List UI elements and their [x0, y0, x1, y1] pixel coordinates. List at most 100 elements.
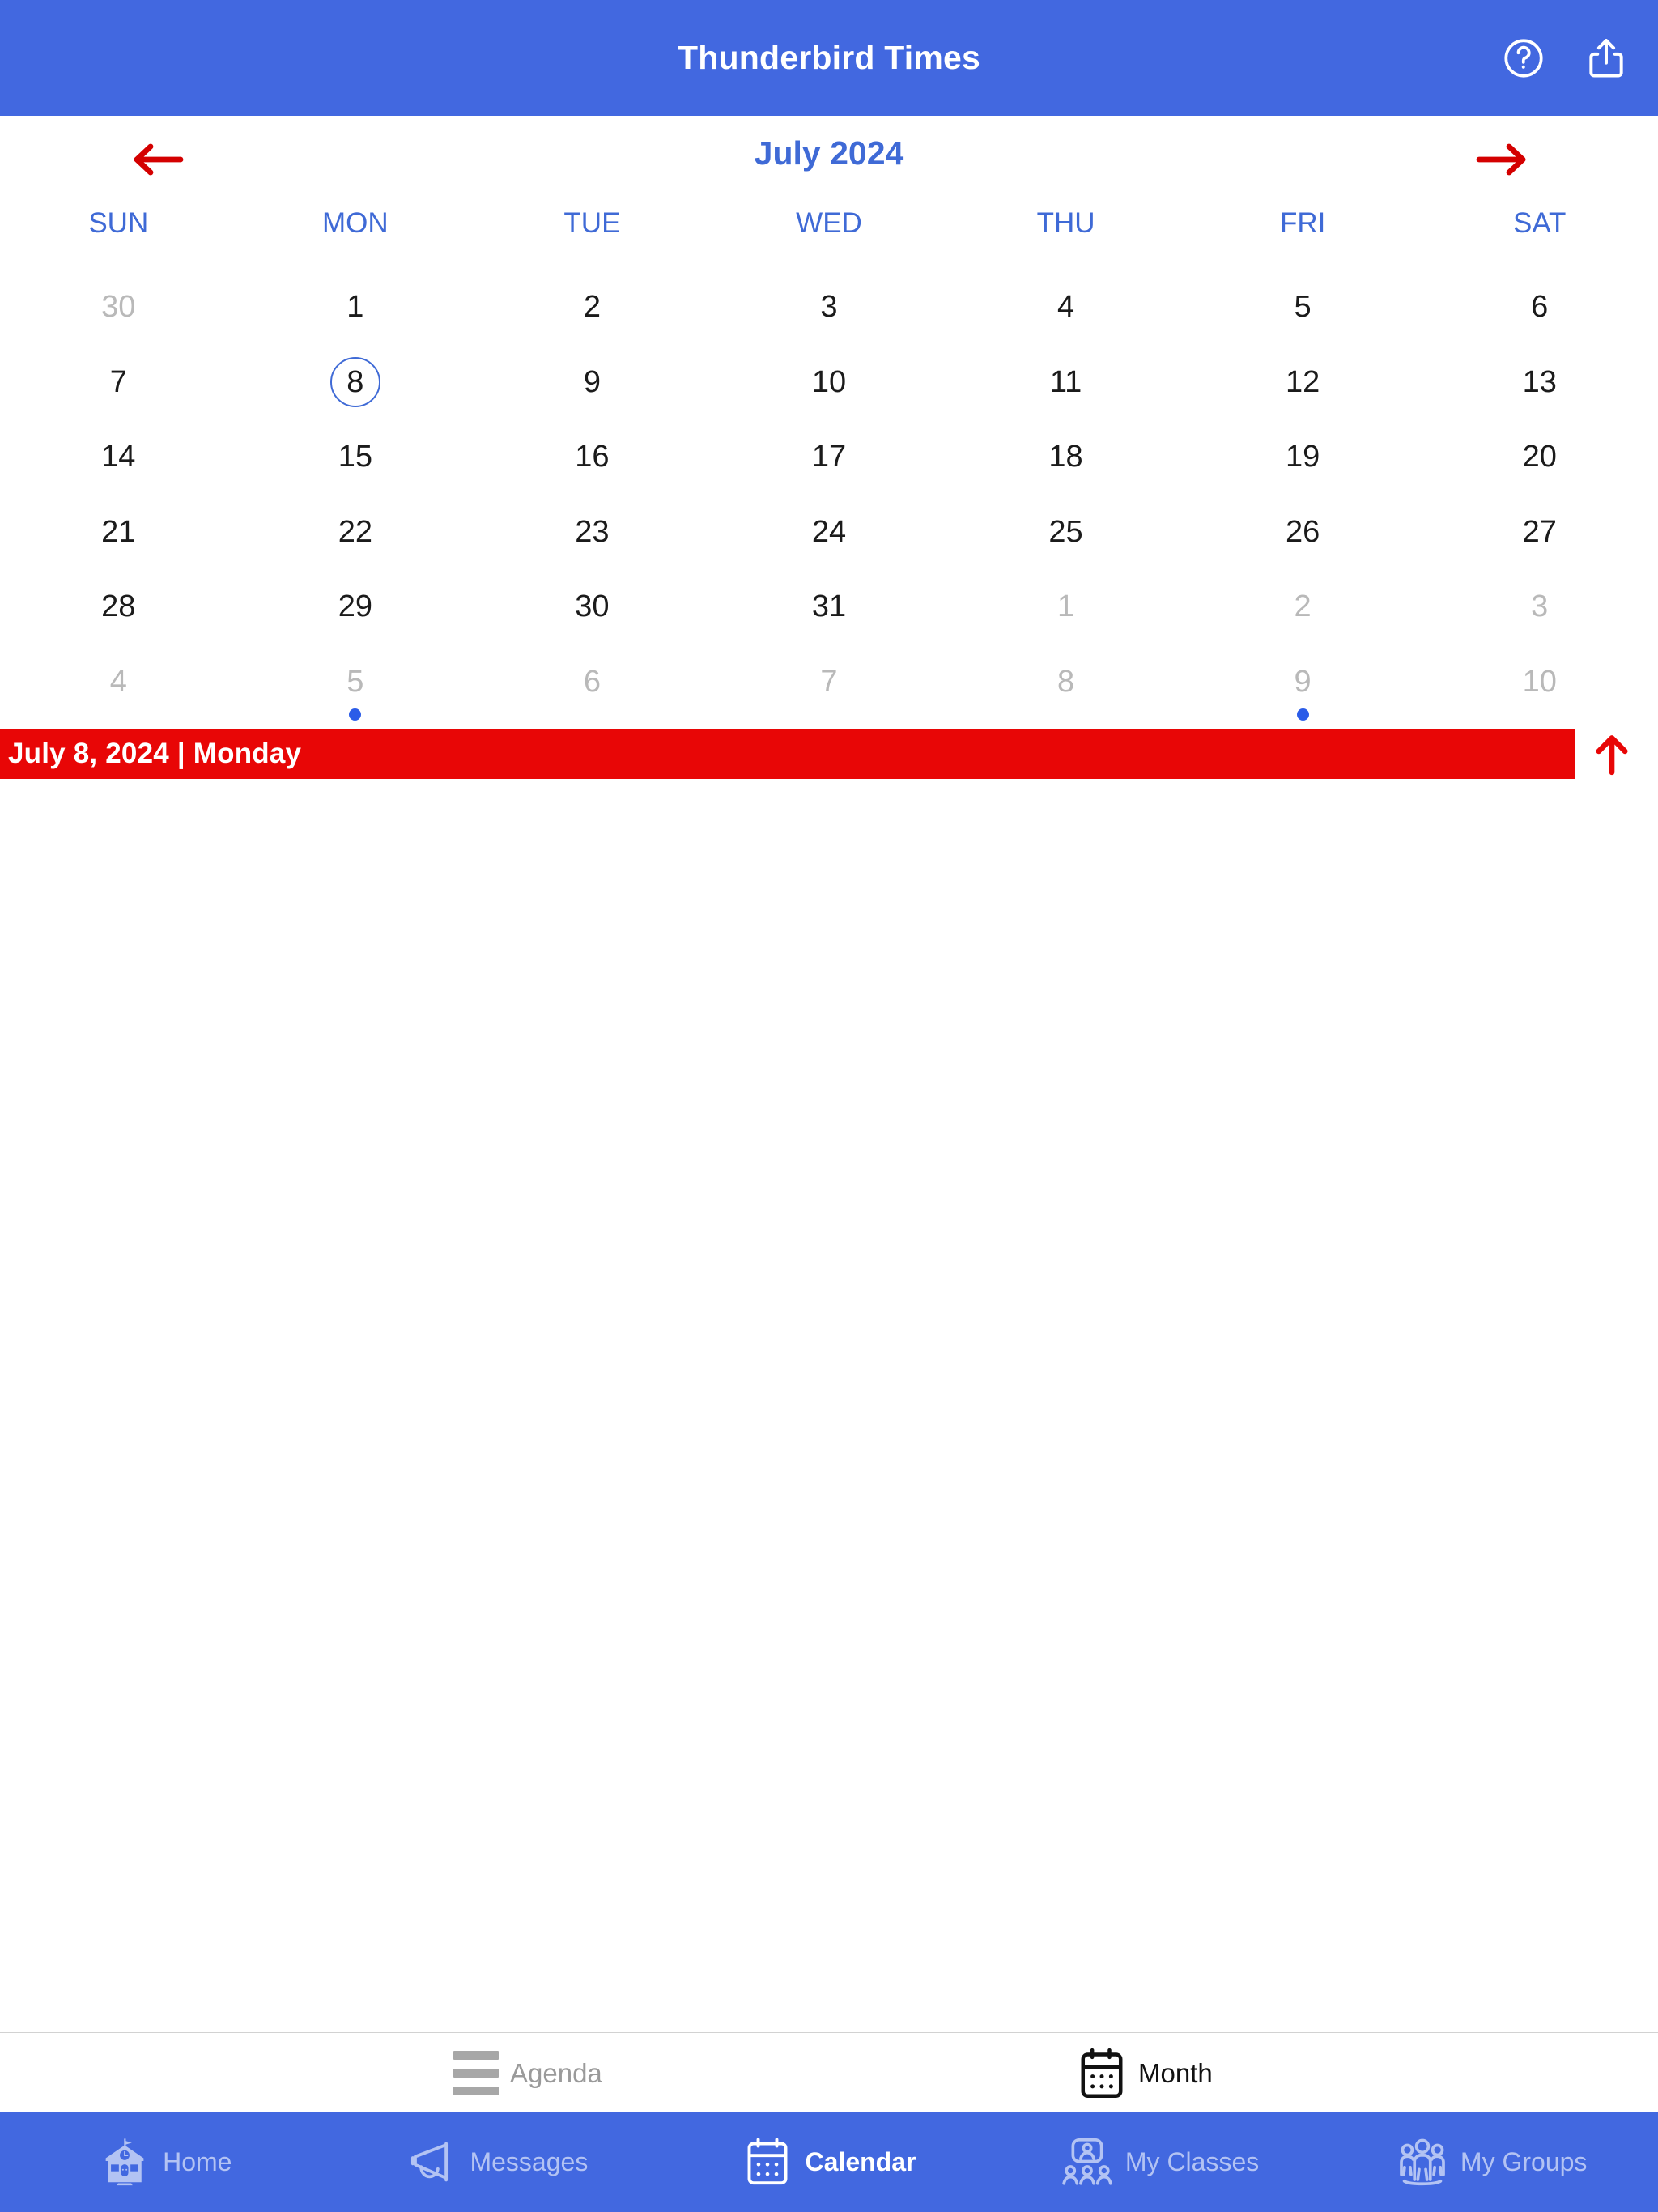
- calendar-day-number: 6: [1531, 290, 1549, 324]
- nav-item-my-groups[interactable]: My Groups: [1326, 2112, 1658, 2212]
- calendar-day-cell[interactable]: 15: [237, 425, 474, 500]
- view-tab-month-label: Month: [1138, 2058, 1213, 2088]
- calendar-month-grid: 30 1 2 3 4 5 6 7 8 9 10 11 12 13 14 15 16 17 18 19 20 21 22 23 2…: [0, 275, 1658, 725]
- calendar-day-number: 3: [1531, 589, 1549, 623]
- calendar-day-cell[interactable]: 5: [1184, 275, 1422, 351]
- month-navigation: July 2024: [0, 116, 1658, 197]
- calendar-day-number: 17: [811, 440, 847, 474]
- calendar-day-cell[interactable]: 26: [1184, 500, 1422, 576]
- event-indicator-dot: [1296, 708, 1309, 721]
- selected-day-bar[interactable]: July 8, 2024 | Monday: [0, 729, 1575, 779]
- view-tab-month[interactable]: Month: [1077, 2048, 1213, 2099]
- calendar-day-number: 30: [101, 290, 136, 324]
- calendar-day-cell[interactable]: 22: [237, 500, 474, 576]
- calendar-day-cell[interactable]: 6: [1421, 275, 1658, 351]
- weekday-header-row: SUN MON TUE WED THU FRI SAT: [0, 206, 1658, 251]
- calendar-day-number: 3: [820, 290, 838, 324]
- calendar-day-cell[interactable]: 28: [0, 575, 237, 650]
- month-year-label: July 2024: [754, 134, 904, 172]
- nav-item-my-classes-label: My Classes: [1124, 2146, 1260, 2176]
- selected-day-label: July 8, 2024 | Monday: [8, 738, 302, 769]
- calendar-day-cell[interactable]: 3: [711, 275, 948, 351]
- help-circle-icon[interactable]: [1501, 36, 1546, 81]
- calendar-day-cell[interactable]: 10: [1421, 650, 1658, 725]
- calendar-day-number: 31: [811, 589, 847, 623]
- nav-item-calendar-label: Calendar: [805, 2146, 916, 2176]
- calendar-day-number: 29: [338, 589, 372, 623]
- view-tab-agenda[interactable]: Agenda: [453, 2051, 602, 2095]
- calendar-day-cell[interactable]: 21: [0, 500, 237, 576]
- nav-item-messages[interactable]: Messages: [332, 2112, 664, 2212]
- megaphone-icon: [406, 2137, 457, 2187]
- calendar-day-number: 8: [329, 356, 380, 407]
- page-title: Thunderbird Times: [678, 39, 980, 76]
- calendar-day-cell[interactable]: 31: [711, 575, 948, 650]
- calendar-day-cell[interactable]: 6: [474, 650, 711, 725]
- calendar-day-number: 5: [346, 664, 364, 699]
- day-events-content-area: [0, 779, 1658, 2035]
- event-indicator-dot: [349, 708, 362, 721]
- calendar-day-cell[interactable]: 17: [711, 425, 948, 500]
- calendar-day-number: 10: [1522, 664, 1557, 699]
- calendar-day-cell[interactable]: 9: [474, 351, 711, 426]
- nav-item-calendar[interactable]: Calendar: [663, 2112, 995, 2212]
- calendar-icon: [742, 2137, 793, 2187]
- calendar-day-cell[interactable]: 1: [947, 575, 1184, 650]
- calendar-day-cell[interactable]: 18: [947, 425, 1184, 500]
- calendar-day-cell[interactable]: 29: [237, 575, 474, 650]
- calendar-day-cell[interactable]: 20: [1421, 425, 1658, 500]
- calendar-day-cell[interactable]: 2: [474, 275, 711, 351]
- nav-item-my-classes[interactable]: My Classes: [995, 2112, 1327, 2212]
- share-icon[interactable]: [1584, 35, 1629, 82]
- calendar-day-cell[interactable]: 30: [474, 575, 711, 650]
- calendar-day-cell[interactable]: 8: [947, 650, 1184, 725]
- calendar-day-cell[interactable]: 4: [0, 650, 237, 725]
- nav-item-my-groups-label: My Groups: [1460, 2146, 1588, 2176]
- arrow-up-icon[interactable]: [1587, 730, 1637, 777]
- calendar-day-cell[interactable]: 30: [0, 275, 237, 351]
- calendar-day-cell[interactable]: 3: [1421, 575, 1658, 650]
- calendar-day-number: 2: [1294, 589, 1312, 623]
- calendar-day-cell[interactable]: 19: [1184, 425, 1422, 500]
- calendar-day-cell[interactable]: 7: [711, 650, 948, 725]
- nav-item-home[interactable]: Home: [0, 2112, 332, 2212]
- calendar-day-cell[interactable]: 8: [237, 351, 474, 426]
- calendar-day-number: 27: [1522, 514, 1557, 549]
- weekday-label-sun: SUN: [88, 207, 149, 239]
- calendar-day-number: 13: [1522, 364, 1557, 399]
- calendar-day-number: 9: [583, 364, 601, 399]
- calendar-day-number: 19: [1285, 440, 1320, 474]
- calendar-day-cell[interactable]: 13: [1421, 351, 1658, 426]
- weekday-label-fri: FRI: [1279, 207, 1326, 239]
- calendar-day-cell[interactable]: 24: [711, 500, 948, 576]
- weekday-label-mon: MON: [322, 207, 389, 239]
- app-root: Thunderbird Times July 2024 SUN MON TUE …: [0, 0, 1658, 2212]
- calendar-day-cell[interactable]: 16: [474, 425, 711, 500]
- calendar-day-number: 4: [109, 664, 127, 699]
- calendar-day-number: 25: [1048, 514, 1083, 549]
- calendar-day-cell[interactable]: 4: [947, 275, 1184, 351]
- nav-item-messages-label: Messages: [470, 2146, 589, 2176]
- nav-item-home-label: Home: [163, 2146, 232, 2176]
- calendar-day-number: 9: [1294, 664, 1312, 699]
- calendar-day-cell[interactable]: 12: [1184, 351, 1422, 426]
- calendar-day-cell[interactable]: 10: [711, 351, 948, 426]
- calendar-day-number: 30: [575, 589, 610, 623]
- calendar-day-cell[interactable]: 7: [0, 351, 237, 426]
- calendar-day-cell[interactable]: 27: [1421, 500, 1658, 576]
- calendar-day-cell[interactable]: 14: [0, 425, 237, 500]
- calendar-day-cell[interactable]: 23: [474, 500, 711, 576]
- calendar-day-number: 2: [583, 290, 601, 324]
- calendar-day-cell[interactable]: 9: [1184, 650, 1422, 725]
- next-month-arrow-icon[interactable]: [1453, 135, 1550, 184]
- calendar-day-cell[interactable]: 1: [237, 275, 474, 351]
- selected-day-bar-row: July 8, 2024 | Monday: [0, 729, 1658, 779]
- calendar-day-cell[interactable]: 5: [237, 650, 474, 725]
- calendar-day-cell[interactable]: 11: [947, 351, 1184, 426]
- calendar-day-cell[interactable]: 25: [947, 500, 1184, 576]
- calendar-day-cell[interactable]: 2: [1184, 575, 1422, 650]
- school-building-icon: [100, 2137, 150, 2187]
- calendar-day-number: 7: [109, 364, 127, 399]
- bottom-navigation-bar: Home Messages Calendar My Classes My Gro…: [0, 2112, 1658, 2212]
- calendar-day-number: 15: [338, 440, 372, 474]
